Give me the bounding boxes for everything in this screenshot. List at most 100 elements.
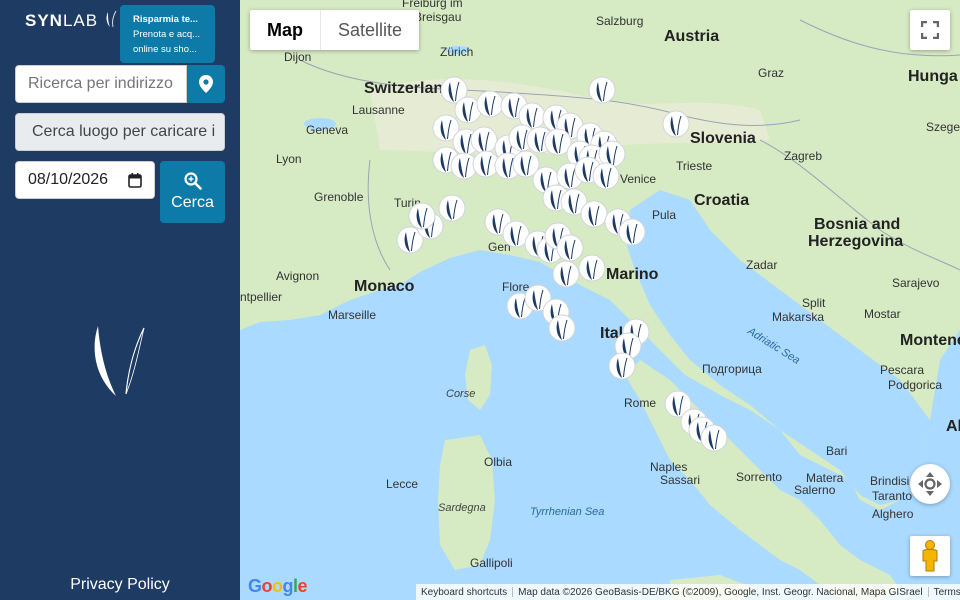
synlab-location-marker[interactable] (608, 350, 636, 384)
synlab-logo[interactable]: SYNLAB (25, 10, 118, 31)
synlab-leaf-icon (106, 10, 117, 28)
synlab-location-marker[interactable] (438, 192, 466, 226)
search-zoom-icon (183, 172, 202, 190)
map-label-citie: Zagreb (784, 149, 823, 163)
privacy-policy-link[interactable]: Privacy Policy (0, 576, 240, 594)
map-label-countrie: Bosnia and (814, 216, 901, 233)
map-label-citie: Sarajevo (892, 276, 940, 290)
map-label-citie: Grenoble (314, 190, 364, 204)
map-type-map-button[interactable]: Map (250, 10, 320, 50)
map-label-citie: Lyon (276, 152, 302, 166)
fullscreen-icon (921, 21, 939, 39)
synlab-location-marker[interactable] (700, 422, 728, 456)
map-label-citie: Podgorica (888, 378, 943, 392)
map-label-citie: Подгорица (702, 362, 762, 376)
map-data-attribution: Map data ©2026 GeoBasis-DE/BKG (©2009), … (518, 586, 923, 598)
synlab-location-marker[interactable] (552, 258, 580, 292)
map-label-countrie: Hunga (908, 68, 958, 85)
map-label-citie: Salerno (794, 483, 836, 497)
map-label-citie: Trieste (676, 159, 713, 173)
map-label-countrie: Montenegr (900, 332, 960, 349)
map-marker-icon (199, 75, 213, 93)
search-button[interactable]: Cerca (160, 161, 225, 223)
map-label-citie: Rome (624, 396, 657, 410)
map-label-citie: Szeged (926, 120, 960, 134)
map-label-citie: Pula (652, 208, 677, 222)
address-search-row (15, 65, 225, 103)
map-label-citie: Marseille (328, 308, 377, 322)
promo-line-1: Prenota e acq... (133, 29, 201, 40)
synlab-location-marker[interactable] (662, 108, 690, 142)
map-label-citie: Bari (826, 444, 848, 458)
map-type-satellite-button[interactable]: Satellite (320, 10, 419, 50)
map-label-citie: Graz (758, 66, 785, 80)
map-label-citie: Sorrento (736, 470, 783, 484)
map-label-countrie: Herzegovina (808, 233, 904, 250)
logo-text-thin: LAB (62, 11, 99, 30)
keyboard-shortcuts-link[interactable]: Keyboard shortcuts (416, 587, 512, 598)
map-label-citie: ntpellier (240, 290, 283, 304)
map-label-citie: Dijon (284, 50, 312, 64)
search-button-label: Cerca (171, 194, 214, 211)
map-label-citie: Lecce (386, 477, 419, 491)
map-label-citie: Gallipoli (470, 556, 513, 570)
map-label-citie: Taranto (872, 489, 913, 503)
map-label-citie: Zadar (746, 258, 778, 272)
map-label-citie: Alghero (872, 507, 914, 521)
street-view-pegman-button[interactable] (910, 536, 950, 576)
map-label-island: Sardegna (438, 502, 486, 514)
camera-control-button[interactable] (910, 464, 950, 504)
map-label-citie: Venice (620, 172, 657, 186)
logo-text-bold: SYN (25, 11, 63, 30)
synlab-location-marker[interactable] (592, 160, 620, 194)
map-label-citie: Zürich (440, 45, 474, 59)
map-label-countrie: Marino (606, 266, 659, 283)
map-label-countrie: Alb (946, 418, 960, 435)
calendar-icon[interactable] (128, 172, 142, 188)
map-label-citie: Brindisi (870, 474, 910, 488)
map-label-citie: Freiburg im (402, 0, 463, 10)
map-type-control: Map Satellite (250, 10, 420, 50)
map-label-citie: Olbia (484, 455, 513, 469)
synlab-location-marker[interactable] (408, 200, 436, 234)
date-value: 08/10/2026 (28, 171, 109, 188)
map-label-island: Corse (446, 388, 476, 400)
fullscreen-button[interactable] (910, 10, 950, 50)
place-select-value: Cerca luogo per caricare i (32, 123, 216, 140)
map-label-citie: Naples (650, 460, 688, 474)
map-label-citie: Makarska (772, 310, 825, 324)
synlab-location-marker[interactable] (578, 252, 606, 286)
map-attribution-bar: Keyboard shortcuts Map data ©2026 GeoBas… (416, 584, 960, 600)
address-search-input[interactable] (15, 65, 187, 103)
map-label-citie: Split (802, 296, 826, 310)
promo-title: Risparmia te... (133, 14, 198, 25)
street-view-pegman-icon (922, 540, 938, 572)
map-canvas[interactable]: Switzerland Austria Hunga Slovenia Croatia Bo… (240, 0, 960, 600)
map-label-citie: Salzburg (596, 14, 644, 28)
camera-control-icon (918, 472, 942, 496)
promo-banner[interactable]: Risparmia te... Prenota e acq... online … (120, 5, 215, 63)
map-label-sea: Tyrrhenian Sea (530, 506, 605, 518)
google-logo: Google (248, 576, 308, 596)
synlab-location-marker[interactable] (548, 312, 576, 346)
map-label-citie: Geneva (306, 123, 349, 137)
locate-button[interactable] (187, 65, 225, 103)
map-label-countrie: Croatia (694, 192, 750, 209)
place-select[interactable]: Cerca luogo per caricare i (15, 113, 225, 151)
map-label-citie: Lausanne (352, 103, 405, 117)
map-label-countrie: Slovenia (690, 130, 756, 147)
map-label-countrie: Austria (664, 28, 720, 45)
map-label-citie: Avignon (276, 269, 320, 283)
map-label-citie: Mostar (864, 307, 901, 321)
map-label-citie: Pescara (880, 363, 925, 377)
map-label-citie: Breisgau (414, 10, 462, 24)
date-input[interactable]: 08/10/2026 (15, 161, 155, 199)
synlab-location-marker[interactable] (618, 216, 646, 250)
terms-link[interactable]: Terms (929, 587, 960, 598)
sidebar: SYNLAB Risparmia te... Prenota e acq... … (0, 0, 240, 600)
synlab-leaf-icon (94, 326, 145, 396)
map-label-countrie: Monaco (354, 278, 415, 295)
synlab-location-marker[interactable] (588, 74, 616, 108)
map-label-citie: Sassari (660, 473, 701, 487)
promo-line-2: online su sho... (133, 44, 197, 55)
